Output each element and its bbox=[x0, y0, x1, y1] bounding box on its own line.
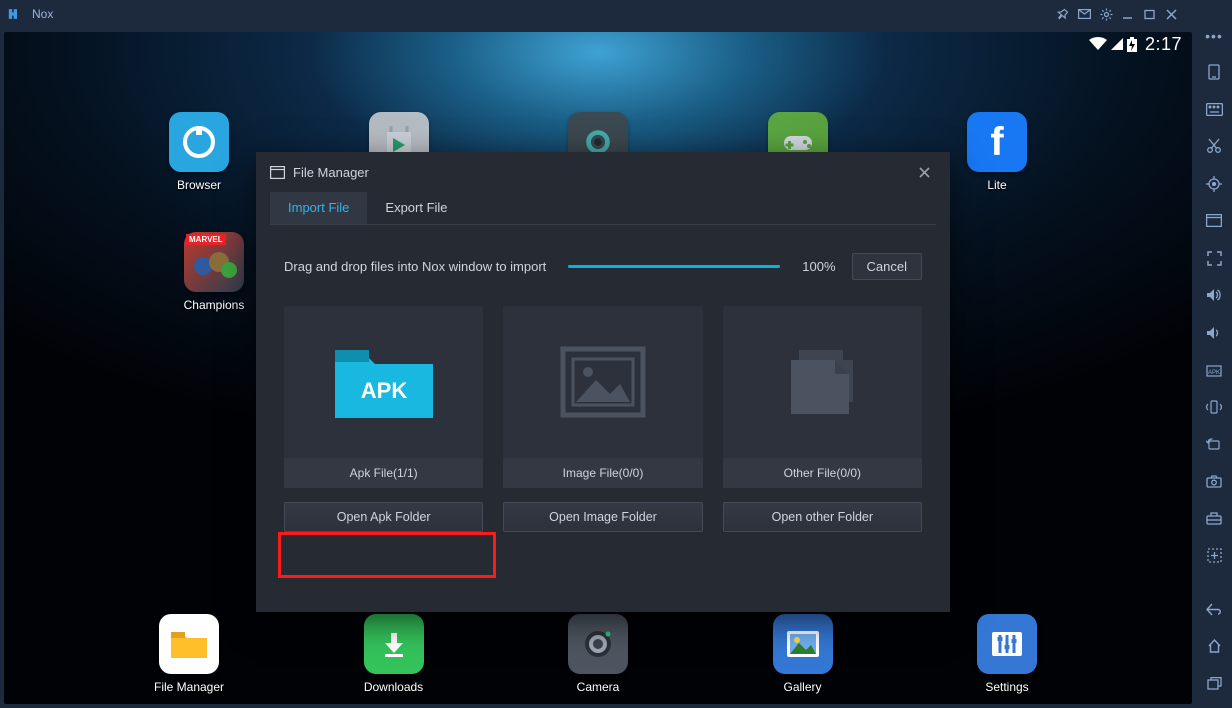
app-label: Gallery bbox=[783, 680, 821, 694]
sidebar-toolbox-icon[interactable] bbox=[1203, 508, 1225, 529]
card-other-label: Other File(0/0) bbox=[723, 458, 922, 488]
app-downloads[interactable]: Downloads bbox=[349, 614, 439, 694]
status-clock: 2:17 bbox=[1145, 34, 1182, 55]
sidebar-scissors-icon[interactable] bbox=[1203, 136, 1225, 157]
import-percent: 100% bbox=[802, 259, 835, 274]
sidebar-keyboard-icon[interactable] bbox=[1203, 99, 1225, 120]
window-title: Nox bbox=[32, 7, 53, 21]
app-champions[interactable]: MARVEL Champions bbox=[169, 232, 259, 312]
sidebar-back-icon[interactable] bbox=[1203, 598, 1225, 619]
app-label: Lite bbox=[987, 178, 1006, 192]
sidebar-rotate-icon[interactable] bbox=[1203, 434, 1225, 455]
card-apk-label: Apk File(1/1) bbox=[284, 458, 483, 488]
signal-icon bbox=[1111, 38, 1123, 50]
window-titlebar: Nox bbox=[0, 0, 1196, 28]
sidebar-home-icon[interactable] bbox=[1203, 636, 1225, 657]
apk-folder-icon: APK bbox=[284, 306, 483, 458]
card-apk-file[interactable]: APK Apk File(1/1) bbox=[284, 306, 483, 488]
sidebar-shake-icon[interactable] bbox=[1203, 396, 1225, 417]
sidebar-screenshot-icon[interactable] bbox=[1203, 471, 1225, 492]
open-apk-folder-button[interactable]: Open Apk Folder bbox=[284, 502, 483, 532]
emulator-viewport: 2:17 Browser bbox=[4, 32, 1192, 704]
cancel-button[interactable]: Cancel bbox=[852, 253, 922, 280]
app-gallery[interactable]: Gallery bbox=[758, 614, 848, 694]
sidebar-recent-icon[interactable] bbox=[1203, 673, 1225, 694]
import-status-row: Drag and drop files into Nox window to i… bbox=[256, 225, 950, 296]
sidebar-fullscreen-icon[interactable] bbox=[1203, 247, 1225, 268]
import-message: Drag and drop files into Nox window to i… bbox=[284, 259, 546, 274]
wifi-icon bbox=[1089, 37, 1107, 51]
file-type-cards: APK Apk File(1/1) Image File(0 bbox=[256, 296, 950, 488]
titlebar-pin-icon[interactable] bbox=[1056, 8, 1078, 20]
sidebar-volume-down-icon[interactable] bbox=[1203, 322, 1225, 343]
sidebar-volume-up-icon[interactable] bbox=[1203, 285, 1225, 306]
sidebar-more-icon[interactable]: ••• bbox=[1205, 28, 1223, 45]
app-label: Camera bbox=[577, 680, 620, 694]
dialog-header: File Manager bbox=[256, 152, 950, 192]
card-other-file[interactable]: Other File(0/0) bbox=[723, 306, 922, 488]
card-image-label: Image File(0/0) bbox=[503, 458, 702, 488]
svg-text:APK: APK bbox=[360, 378, 407, 403]
tab-import-file[interactable]: Import File bbox=[270, 192, 367, 224]
titlebar-minimize-icon[interactable] bbox=[1122, 9, 1144, 20]
file-manager-dialog: File Manager Import File Export File Dra… bbox=[256, 152, 950, 612]
sidebar-apk-icon[interactable]: APK bbox=[1203, 359, 1225, 380]
nox-right-sidebar: ••• APK bbox=[1196, 0, 1232, 708]
app-browser[interactable]: Browser bbox=[154, 112, 244, 192]
tab-export-file[interactable]: Export File bbox=[367, 192, 465, 224]
card-image-file[interactable]: Image File(0/0) bbox=[503, 306, 702, 488]
titlebar-close-icon[interactable] bbox=[1166, 9, 1188, 20]
open-image-folder-button[interactable]: Open Image Folder bbox=[503, 502, 702, 532]
action-buttons-row: Open Apk Folder Open Image Folder Open o… bbox=[256, 488, 950, 532]
dialog-title: File Manager bbox=[293, 165, 369, 180]
app-label: Champions bbox=[184, 298, 245, 312]
sidebar-window-icon[interactable] bbox=[1203, 210, 1225, 231]
sidebar-multi-icon[interactable] bbox=[1203, 545, 1225, 566]
app-label: Settings bbox=[985, 680, 1028, 694]
apps-row-2: MARVEL Champions bbox=[169, 232, 259, 312]
image-icon bbox=[503, 306, 702, 458]
battery-icon bbox=[1127, 37, 1137, 52]
titlebar-maximize-icon[interactable] bbox=[1144, 9, 1166, 20]
app-label: File Manager bbox=[154, 680, 224, 694]
import-progress-bar bbox=[568, 265, 780, 268]
app-facebook-lite[interactable]: f Lite bbox=[952, 112, 1042, 192]
app-label: Downloads bbox=[364, 680, 423, 694]
app-settings[interactable]: Settings bbox=[962, 614, 1052, 694]
sidebar-device-icon[interactable] bbox=[1203, 61, 1225, 82]
apps-row-bottom: File Manager Downloads Camera Gallery bbox=[4, 614, 1192, 694]
titlebar-mail-icon[interactable] bbox=[1078, 9, 1100, 19]
sidebar-location-icon[interactable] bbox=[1203, 173, 1225, 194]
open-other-folder-button[interactable]: Open other Folder bbox=[723, 502, 922, 532]
svg-text:APK: APK bbox=[1208, 370, 1220, 376]
file-manager-icon bbox=[270, 166, 285, 179]
dialog-tabs: Import File Export File bbox=[256, 192, 950, 224]
dialog-close-icon[interactable] bbox=[913, 163, 936, 182]
titlebar-settings-icon[interactable] bbox=[1100, 8, 1122, 21]
nox-logo bbox=[8, 7, 26, 21]
other-file-icon bbox=[723, 306, 922, 458]
app-file-manager[interactable]: File Manager bbox=[144, 614, 234, 694]
app-camera[interactable]: Camera bbox=[553, 614, 643, 694]
android-statusbar: 2:17 bbox=[4, 32, 1192, 56]
app-label: Browser bbox=[177, 178, 221, 192]
